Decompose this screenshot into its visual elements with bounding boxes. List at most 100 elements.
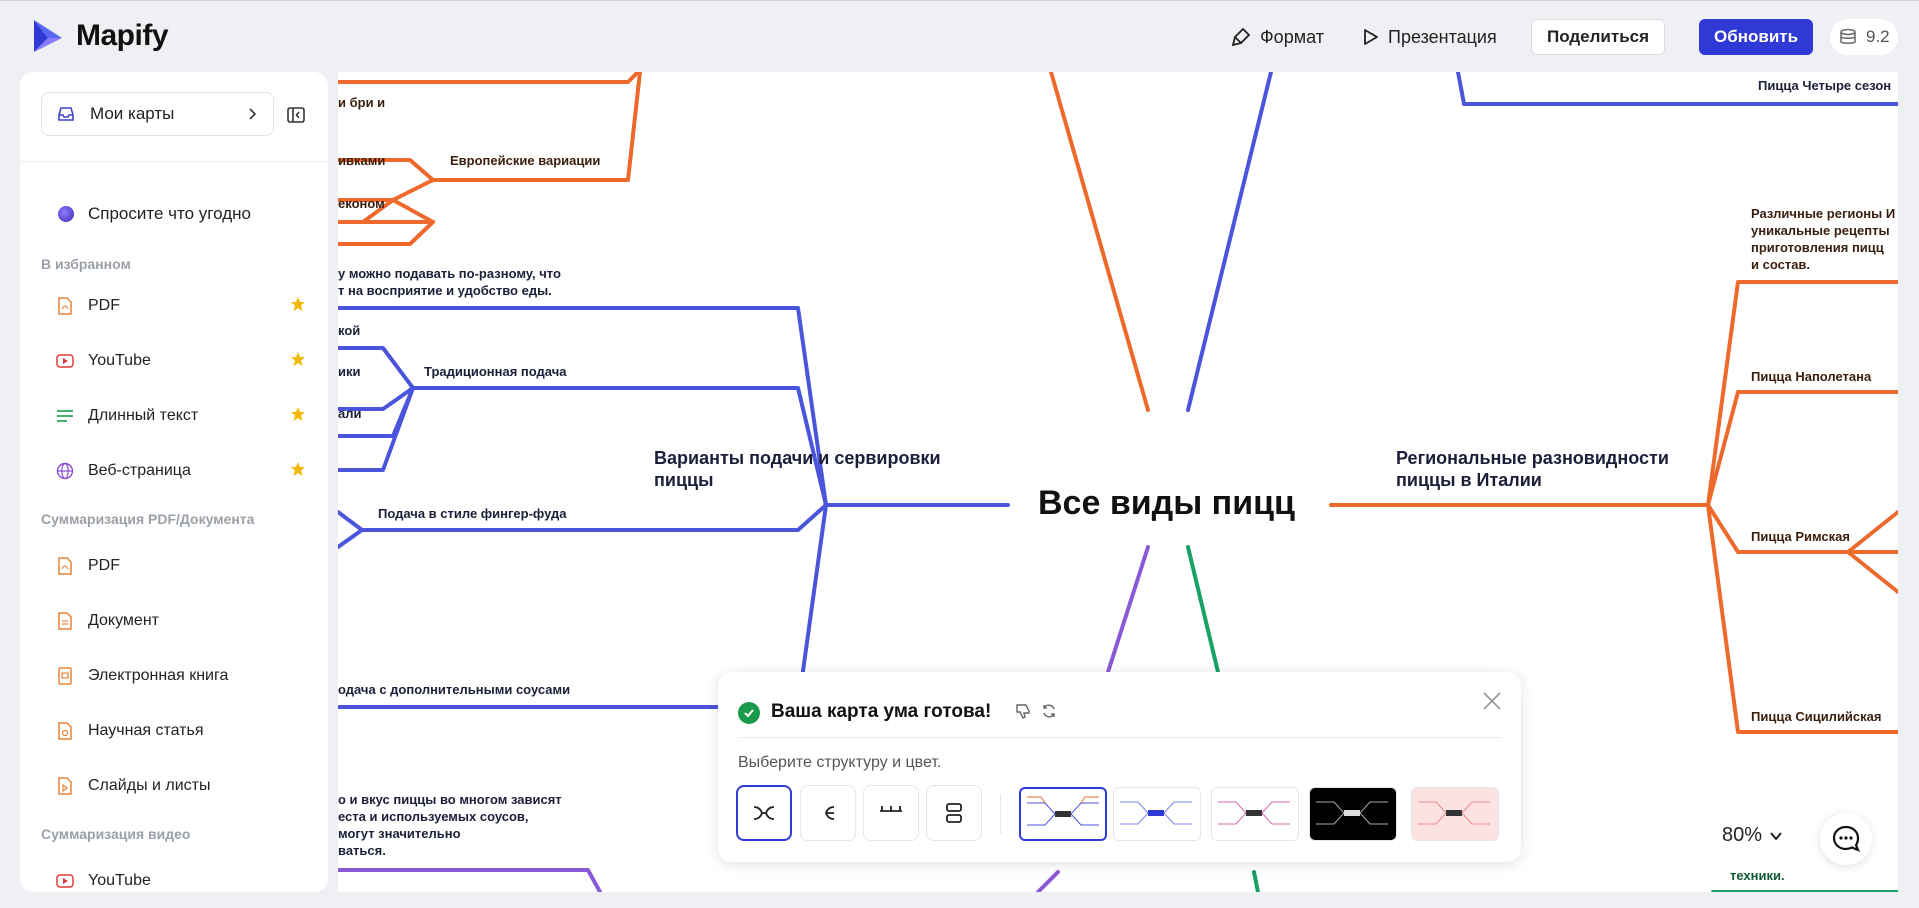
structure-option-org[interactable] xyxy=(863,785,919,841)
theme-preview-icon xyxy=(1418,801,1490,825)
ask-label: Спросите что угодно xyxy=(88,204,251,223)
node-text[interactable]: кой xyxy=(338,323,360,338)
node-romana[interactable]: Пицца Римская xyxy=(1751,529,1850,544)
sidebar: Мои карты Спросите что угодно В избранно… xyxy=(20,72,328,892)
star-icon[interactable] xyxy=(290,406,306,427)
share-button[interactable]: Поделиться xyxy=(1531,19,1666,55)
ask-anything-button[interactable]: Спросите что угодно xyxy=(58,204,251,224)
theme-option-5[interactable] xyxy=(1411,787,1499,841)
node-text[interactable]: приготовления пицц xyxy=(1751,240,1884,255)
theme-option-4[interactable] xyxy=(1309,787,1397,841)
node-napoletana[interactable]: Пицца Наполетана xyxy=(1751,369,1871,384)
inbox-icon xyxy=(58,107,74,121)
doc-item-pdf[interactable]: PDF xyxy=(56,552,306,580)
org-structure-icon xyxy=(880,806,902,812)
node-text[interactable]: ивками xyxy=(338,153,385,168)
node-text[interactable]: у можно подавать по-разному, что xyxy=(338,266,561,281)
play-icon xyxy=(1364,29,1378,45)
node-siciliana[interactable]: Пицца Сицилийская xyxy=(1751,709,1881,724)
node-text[interactable]: уникальные рецепты xyxy=(1751,223,1890,238)
favorite-item-webpage[interactable]: Веб-страница xyxy=(56,457,306,485)
node-text[interactable]: економ xyxy=(338,196,385,211)
doc-item-ebook[interactable]: Электронная книга xyxy=(56,662,306,690)
presentation-label: Презентация xyxy=(1388,26,1497,47)
favorite-item-long-text[interactable]: Длинный текст xyxy=(56,402,306,430)
node-text[interactable]: Различные регионы И xyxy=(1751,206,1895,221)
node-text[interactable]: могут значительно xyxy=(338,826,461,841)
globe-icon xyxy=(56,462,74,480)
favorite-item-pdf[interactable]: PDF xyxy=(56,292,306,320)
theme-option-3[interactable] xyxy=(1211,787,1299,841)
node-text[interactable]: о и вкус пиццы во многом зависят xyxy=(338,792,562,807)
presentation-button[interactable]: Презентация xyxy=(1360,19,1497,55)
structure-option-left[interactable] xyxy=(800,785,856,841)
node-text[interactable]: али xyxy=(338,406,361,421)
favorite-item-youtube[interactable]: YouTube xyxy=(56,347,306,375)
node-sauces[interactable]: одача с дополнительными соусами xyxy=(338,682,570,697)
star-icon[interactable] xyxy=(290,351,306,372)
node-text[interactable]: и бри и xyxy=(338,95,385,110)
pdf-icon xyxy=(56,557,74,575)
thumbs-down-icon[interactable] xyxy=(1015,703,1031,724)
list-structure-icon xyxy=(946,803,962,823)
credits-value: 9.2 xyxy=(1866,27,1890,46)
doc-item-document[interactable]: Документ xyxy=(56,607,306,635)
favorite-label: PDF xyxy=(88,297,120,314)
theme-preview-icon xyxy=(1027,796,1099,826)
doc-item-paper[interactable]: Научная статья xyxy=(56,717,306,745)
video-summary-title: Суммаризация видео xyxy=(41,826,191,842)
paper-icon xyxy=(56,722,74,740)
close-panel-button[interactable] xyxy=(1481,690,1503,717)
node-text[interactable]: ики xyxy=(338,364,361,379)
top-bar: Mapify Формат Презентация Поделиться Обн… xyxy=(0,0,1919,70)
doc-label: Документ xyxy=(88,612,159,629)
panel-title: Ваша карта ума готова! xyxy=(771,701,992,722)
node-european[interactable]: Европейские вариации xyxy=(450,153,600,168)
logo[interactable]: Mapify xyxy=(28,16,169,56)
chat-button[interactable] xyxy=(1820,813,1872,865)
panel-divider xyxy=(738,737,1501,738)
regenerate-icon[interactable] xyxy=(1041,703,1057,724)
close-icon xyxy=(1483,692,1501,710)
node-text[interactable]: техники. xyxy=(1730,868,1785,883)
theme-preview-icon xyxy=(1316,801,1388,825)
slides-icon xyxy=(56,777,74,795)
doc-label: Электронная книга xyxy=(88,667,229,684)
logo-text: Mapify xyxy=(76,19,169,52)
branch-regional[interactable]: Региональные разновидности пиццы в Итали… xyxy=(1396,447,1696,491)
mapify-logo-icon xyxy=(34,20,62,52)
brush-icon xyxy=(1231,27,1251,47)
video-item-youtube[interactable]: YouTube xyxy=(56,867,306,892)
theme-option-1[interactable] xyxy=(1019,787,1107,841)
video-label: YouTube xyxy=(88,872,151,889)
node-quattro-stagioni[interactable]: Пицца Четыре сезон xyxy=(1758,78,1891,93)
doc-item-slides[interactable]: Слайды и листы xyxy=(56,772,306,800)
node-text[interactable]: еста и используемых соусов, xyxy=(338,809,529,824)
node-traditional[interactable]: Традиционная подача xyxy=(424,364,566,379)
update-label: Обновить xyxy=(1714,27,1799,46)
node-text[interactable]: ваться. xyxy=(338,843,386,858)
update-button[interactable]: Обновить xyxy=(1699,19,1814,55)
document-icon xyxy=(56,612,74,630)
my-maps-button[interactable]: Мои карты xyxy=(41,92,274,136)
favorite-label: Длинный текст xyxy=(88,407,199,424)
credits-badge[interactable]: 9.2 xyxy=(1830,19,1898,55)
share-label: Поделиться xyxy=(1547,27,1650,46)
node-text[interactable]: и состав. xyxy=(1751,257,1810,272)
collapse-sidebar-button[interactable] xyxy=(286,105,306,130)
star-icon[interactable] xyxy=(290,461,306,482)
star-icon[interactable] xyxy=(290,296,306,317)
theme-option-2[interactable] xyxy=(1113,787,1201,841)
node-text[interactable]: т на восприятие и удобство еды. xyxy=(338,283,552,298)
central-topic[interactable]: Все виды пицц xyxy=(1038,484,1295,523)
sidebar-collapse-icon xyxy=(287,107,305,123)
node-finger-food[interactable]: Подача в стиле фингер-фуда xyxy=(378,506,567,521)
format-button[interactable]: Формат xyxy=(1230,19,1324,55)
doc-summary-title: Суммаризация PDF/Документа xyxy=(41,511,255,527)
doc-label: Научная статья xyxy=(88,722,204,739)
branch-serving[interactable]: Варианты подачи и сервировки пиццы xyxy=(654,447,954,491)
check-circle-icon xyxy=(738,702,760,724)
structure-option-mindmap[interactable] xyxy=(736,785,792,841)
structure-option-list[interactable] xyxy=(926,785,982,841)
zoom-control[interactable]: 80% xyxy=(1722,824,1784,847)
